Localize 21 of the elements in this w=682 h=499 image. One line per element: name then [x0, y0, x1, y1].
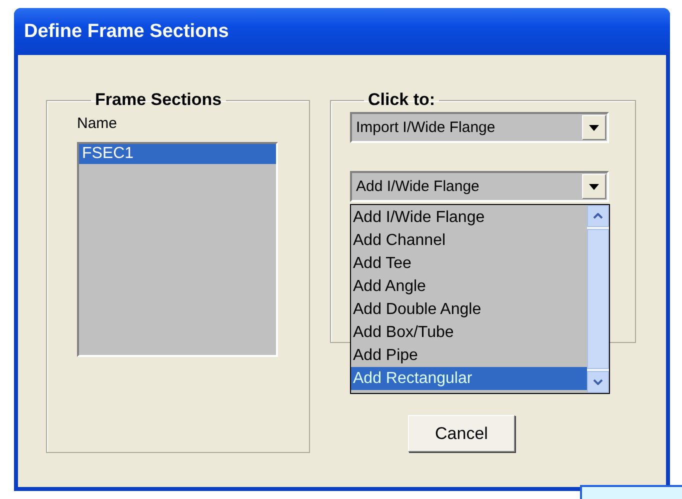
dropdown-option[interactable]: Add Channel [351, 229, 587, 252]
scroll-down-icon[interactable] [587, 371, 609, 393]
scroll-thumb[interactable] [587, 229, 609, 369]
window-title: Define Frame Sections [24, 20, 229, 42]
sections-list[interactable]: FSEC1 [77, 142, 278, 357]
dropdown-option[interactable]: Add Rectangular [351, 367, 587, 390]
add-dropdown[interactable]: Add I/Wide Flange [350, 171, 609, 202]
scrollbar[interactable] [587, 205, 609, 393]
dropdown-option[interactable]: Add Tee [351, 252, 587, 275]
group-title: Frame Sections [94, 90, 223, 110]
name-label: Name [77, 115, 118, 132]
scroll-up-icon[interactable] [587, 205, 609, 227]
dropdown-option[interactable]: Add Double Angle [351, 298, 587, 321]
list-item[interactable]: FSEC1 [79, 144, 276, 164]
dropdown-option[interactable]: Add Angle [351, 275, 587, 298]
group-title: Click to: [367, 90, 436, 110]
cancel-button[interactable]: Cancel [408, 415, 515, 452]
dropdown-option[interactable]: Add Pipe [351, 344, 587, 367]
import-dropdown[interactable]: Import I/Wide Flange [350, 112, 609, 143]
dropdown-option[interactable]: Add I/Wide Flange [351, 206, 587, 229]
dropdown-option[interactable]: Add Box/Tube [351, 321, 587, 344]
